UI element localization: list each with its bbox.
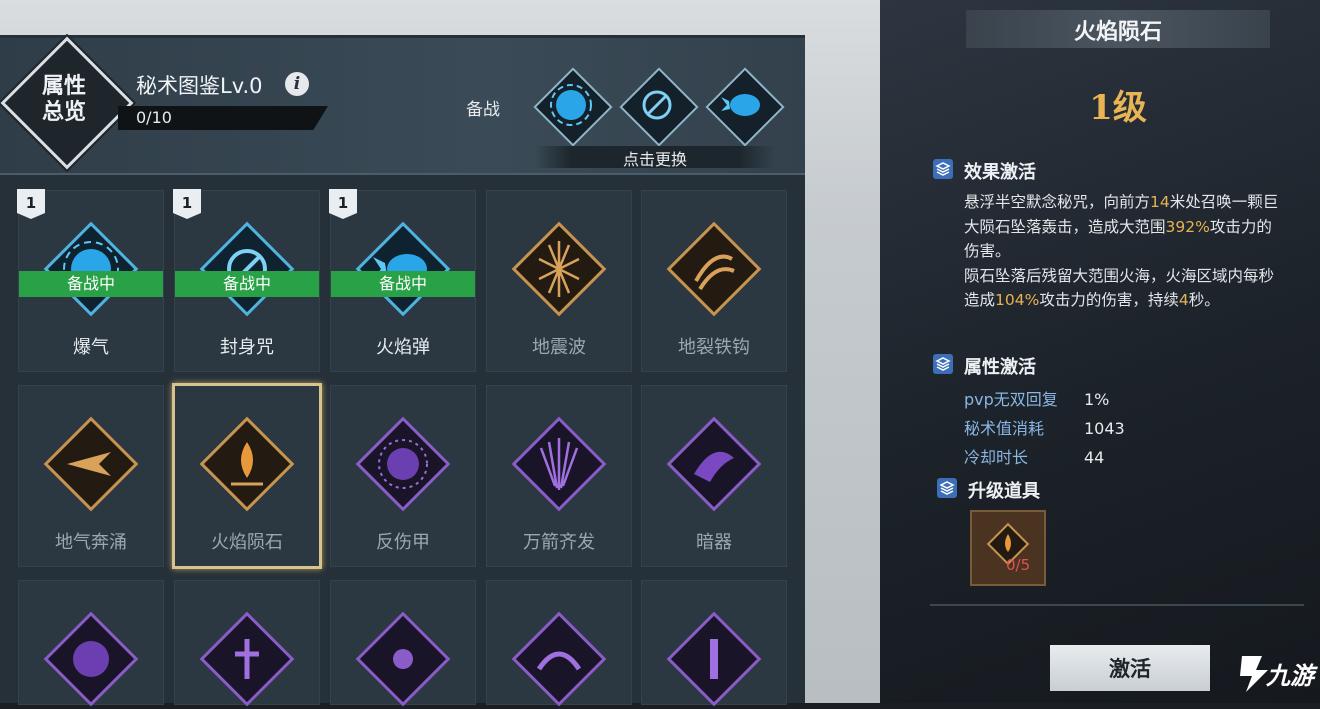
stack-icon [933,354,953,374]
skill-card-name: 封身咒 [220,337,274,358]
skill-card-name: 爆气 [73,337,109,358]
upgrade-section-title: 升级道具 [968,481,1040,502]
watermark-text: 九游 [1266,662,1314,690]
attribute-section-title: 属性激活 [964,357,1036,378]
blue-burst-icon [43,221,139,317]
skill-card-partial[interactable] [486,580,632,707]
codex-progress-text: 0/10 [136,108,172,127]
in-reserve-badge: 备战中 [331,271,475,297]
skill-card-partial[interactable] [18,580,164,707]
attribute-key: 秘术值消耗 [964,419,1045,438]
blue-fireball-icon [721,94,760,116]
attribute-key: 冷却时长 [964,448,1029,467]
skill-card[interactable]: 地震波 [486,190,632,372]
skill-card[interactable]: 1 备战中爆气 [17,189,164,372]
desc-text: 悬浮半空默念秘咒，向前方 [964,193,1151,211]
attribute-value: 1043 [1084,419,1125,438]
gold-surge-icon [43,416,139,512]
detail-level: 1级 [1089,88,1147,128]
skill-card-name: 地裂铁钩 [678,337,750,358]
purple-skill-icon [43,611,139,707]
skill-card-partial[interactable] [330,580,476,707]
skill-card-name: 火焰弹 [376,337,430,358]
skill-card[interactable]: 万箭齐发 [486,385,632,567]
purple-skill-icon [199,611,295,707]
level-tag: 1 [173,189,201,219]
in-reserve-badge: 备战中 [175,271,319,297]
reserve-label: 备战 [466,100,500,120]
gold-hook-icon [666,221,762,317]
skill-card[interactable]: 1 备战中封身咒 [173,189,320,372]
stack-icon [937,478,957,498]
attribute-key: pvp无双回复 [964,390,1058,409]
effect-description-para-2: 陨石坠落后残留大范围火海，火海区域内每秒造成104%攻击力的伤害，持续4秒。 [964,264,1284,313]
attribute-overview-label[interactable]: 属性 总览 [22,73,106,125]
badge-line-2: 总览 [41,99,86,125]
blue-chain-icon [199,221,295,317]
purple-skill-icon [666,611,762,707]
info-icon[interactable]: i [285,72,309,96]
divider [930,604,1304,606]
skill-card-name: 火焰陨石 [211,532,283,553]
skill-card[interactable]: 反伤甲 [330,385,476,567]
attribute-row: pvp无双回复 1% [964,386,1109,410]
activate-button[interactable]: 激活 [1050,645,1210,691]
badge-line-1: 属性 [41,73,86,99]
gold-quake-icon [511,221,607,317]
skill-card-name: 万箭齐发 [523,532,595,553]
skill-card[interactable]: 地气奔涌 [18,385,164,567]
stack-icon [933,159,953,179]
skill-card-name: 地震波 [532,337,586,358]
highlight-value: 4 [1178,291,1189,309]
purple-arrows-icon [511,416,607,512]
skill-card[interactable]: 暗器 [641,385,787,567]
attribute-value: 1% [1084,390,1110,409]
skill-card-partial[interactable] [641,580,787,707]
level-tag: 1 [329,189,357,219]
in-reserve-badge: 备战中 [19,271,163,297]
purple-skill-icon [511,611,607,707]
blue-fireball-icon [355,221,451,317]
level-tag: 1 [17,189,45,219]
purple-skill-icon [355,611,451,707]
effect-description-para-1: 悬浮半空默念秘咒，向前方14米处召唤一颗巨大陨石坠落轰击，造成大范围392%攻击… [964,190,1284,264]
highlight-value: 392% [1165,217,1210,236]
attribute-row: 冷却时长 44 [964,444,1104,468]
blue-chain-icon [642,90,672,120]
desc-text: 攻击力的伤害，持续 [1039,291,1179,309]
effect-description: 悬浮半空默念秘咒，向前方14米处召唤一颗巨大陨石坠落轰击，造成大范围392%攻击… [964,190,1284,313]
change-reserve-button[interactable]: 点击更换 [535,146,775,170]
purple-armor-icon [355,416,451,512]
item-count: 0/5 [1006,556,1031,574]
skill-card-partial[interactable] [174,580,320,707]
effect-section-title: 效果激活 [964,162,1036,183]
skill-card[interactable]: 1 备战中火焰弹 [329,189,476,372]
highlight-value: 14 [1150,193,1170,211]
skill-card-name: 地气奔涌 [55,532,127,553]
blue-burst-icon [550,84,592,126]
skill-card[interactable]: 地裂铁钩 [641,190,787,372]
attribute-row: 秘术值消耗 1043 [964,415,1125,439]
skill-card-name: 暗器 [696,532,732,553]
upgrade-item-slot[interactable] [970,510,1046,586]
attribute-value: 44 [1084,448,1105,467]
codex-title: 秘术图鉴Lv.0 [136,74,263,98]
detail-title: 火焰陨石 [1073,19,1162,45]
desc-text: 秒。 [1188,291,1220,309]
highlight-value: 104% [995,291,1040,309]
gold-meteor-icon [199,416,295,512]
skill-card-name: 反伤甲 [376,532,430,553]
purple-dart-icon [666,416,762,512]
skill-card[interactable]: 火焰陨石 [172,383,322,569]
